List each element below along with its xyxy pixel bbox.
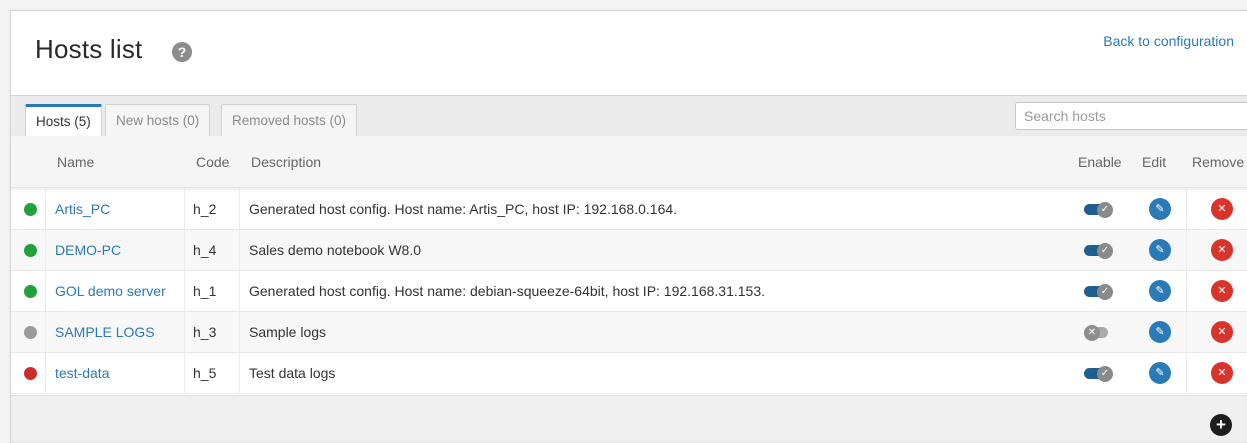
status-dot-gray [24, 326, 37, 339]
host-code: h_3 [193, 324, 217, 340]
enable-toggle[interactable]: ✕ [1084, 325, 1114, 341]
host-name-link[interactable]: Artis_PC [55, 189, 110, 230]
close-icon: ✕ [1217, 326, 1227, 338]
host-description: Test data logs [249, 365, 336, 381]
edit-button[interactable]: ✎ [1149, 239, 1171, 261]
edit-button[interactable]: ✎ [1149, 362, 1171, 384]
close-icon: ✕ [1217, 244, 1227, 256]
status-dot-green [24, 285, 37, 298]
host-name-link[interactable]: GOL demo server [55, 271, 166, 312]
table-row: SAMPLE LOGS h_3 Sample logs ✕ ✎ ✕ [11, 312, 1247, 353]
table-row: Artis_PC h_2 Generated host config. Host… [11, 189, 1247, 230]
column-header-edit: Edit [1142, 154, 1167, 170]
host-name-link[interactable]: SAMPLE LOGS [55, 312, 155, 353]
host-code: h_5 [193, 365, 217, 381]
table-header: Name Code Description Enable Edit Remove [11, 136, 1247, 188]
host-name-link[interactable]: DEMO-PC [55, 230, 121, 271]
remove-button[interactable]: ✕ [1211, 198, 1233, 220]
host-name-link[interactable]: test-data [55, 353, 109, 394]
host-code: h_4 [193, 242, 217, 258]
table-row: DEMO-PC h_4 Sales demo notebook W8.0 ✓ ✎… [11, 230, 1247, 271]
status-dot-red [24, 367, 37, 380]
pencil-icon: ✎ [1155, 203, 1165, 215]
remove-button[interactable]: ✕ [1211, 321, 1233, 343]
check-icon: ✓ [1097, 243, 1113, 259]
pencil-icon: ✎ [1155, 367, 1165, 379]
close-icon: ✕ [1217, 203, 1227, 215]
edit-button[interactable]: ✎ [1149, 280, 1171, 302]
enable-toggle[interactable]: ✓ [1084, 284, 1114, 300]
pencil-icon: ✎ [1155, 285, 1165, 297]
column-header-name[interactable]: Name [57, 154, 94, 170]
page-title: Hosts list [35, 34, 143, 64]
column-header-enable: Enable [1078, 154, 1122, 170]
column-header-code[interactable]: Code [196, 154, 229, 170]
host-description: Sales demo notebook W8.0 [249, 242, 421, 258]
table-footer: + [11, 395, 1247, 443]
column-header-remove: Remove [1192, 154, 1245, 170]
host-description: Generated host config. Host name: Artis_… [249, 201, 678, 217]
tabs-toolbar: Hosts (5) New hosts (0) Removed hosts (0… [11, 95, 1247, 138]
status-dot-green [24, 203, 37, 216]
add-host-button[interactable]: + [1210, 414, 1232, 436]
enable-toggle[interactable]: ✓ [1084, 243, 1114, 259]
edit-button[interactable]: ✎ [1149, 198, 1171, 220]
enable-toggle[interactable]: ✓ [1084, 366, 1114, 382]
plus-icon: + [1216, 415, 1226, 434]
column-header-description[interactable]: Description [251, 154, 321, 170]
page-header: Hosts list ? Back to configuration [11, 11, 1247, 95]
remove-button[interactable]: ✕ [1211, 362, 1233, 384]
close-icon: ✕ [1217, 367, 1227, 379]
remove-button[interactable]: ✕ [1211, 280, 1233, 302]
hosts-panel: Hosts list ? Back to configuration Hosts… [10, 10, 1247, 443]
table-row: GOL demo server h_1 Generated host confi… [11, 271, 1247, 312]
check-icon: ✓ [1097, 202, 1113, 218]
x-icon: ✕ [1084, 325, 1100, 341]
table-row: test-data h_5 Test data logs ✓ ✎ ✕ [11, 353, 1247, 394]
host-code: h_1 [193, 283, 217, 299]
search-input[interactable] [1015, 102, 1247, 130]
check-icon: ✓ [1097, 366, 1113, 382]
close-icon: ✕ [1217, 285, 1227, 297]
help-icon[interactable]: ? [172, 42, 192, 62]
enable-toggle[interactable]: ✓ [1084, 202, 1114, 218]
pencil-icon: ✎ [1155, 326, 1165, 338]
tab-hosts[interactable]: Hosts (5) [25, 104, 102, 138]
tab-removed-hosts[interactable]: Removed hosts (0) [221, 104, 358, 137]
host-code: h_2 [193, 201, 217, 217]
back-to-configuration-link[interactable]: Back to configuration [1103, 33, 1234, 49]
status-dot-green [24, 244, 37, 257]
remove-button[interactable]: ✕ [1211, 239, 1233, 261]
tab-new-hosts[interactable]: New hosts (0) [105, 104, 211, 137]
host-description: Sample logs [249, 324, 327, 340]
check-icon: ✓ [1097, 284, 1113, 300]
host-description: Generated host config. Host name: debian… [249, 283, 766, 299]
pencil-icon: ✎ [1155, 244, 1165, 256]
edit-button[interactable]: ✎ [1149, 321, 1171, 343]
